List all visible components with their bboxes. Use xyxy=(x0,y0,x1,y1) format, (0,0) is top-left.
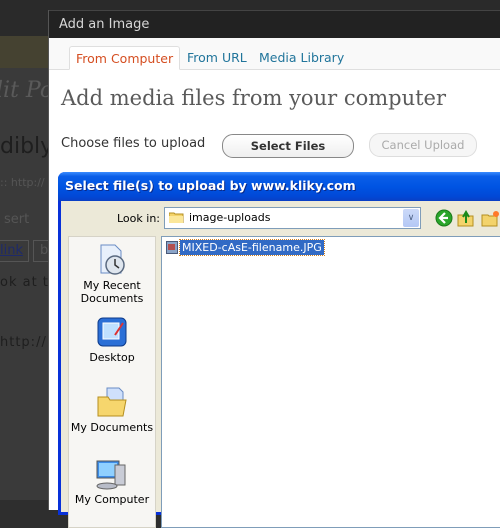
place-my-recent-documents[interactable]: My Recent Documents xyxy=(69,243,155,305)
look-in-value: image-uploads xyxy=(189,211,271,224)
tab-from-url[interactable]: From URL xyxy=(181,46,253,69)
place-my-documents[interactable]: My Documents xyxy=(69,385,155,434)
desktop-icon xyxy=(97,317,127,347)
recent-documents-icon xyxy=(100,244,125,275)
choose-files-label: Choose files to upload xyxy=(61,136,206,151)
media-tabs: From Computer From URL Media Library xyxy=(49,38,500,70)
look-in-label: Look in: xyxy=(117,212,160,225)
file-open-dialog: Select file(s) to upload by www.kliky.co… xyxy=(58,172,500,528)
up-folder-icon[interactable] xyxy=(457,209,475,227)
my-computer-icon xyxy=(96,460,126,490)
file-list[interactable]: MIXED-cAsE-filename.JPG xyxy=(161,236,500,528)
place-desktop[interactable]: Desktop xyxy=(69,315,155,364)
new-folder-icon[interactable] xyxy=(481,209,499,227)
look-in-dropdown[interactable]: image-uploads ∨ xyxy=(164,207,421,229)
file-dialog-title: Select file(s) to upload by www.kliky.co… xyxy=(65,178,356,193)
insert-fragment: sert xyxy=(4,212,30,227)
cancel-upload-button[interactable]: Cancel Upload xyxy=(369,133,477,157)
dialog-title: Add an Image xyxy=(49,10,500,38)
jpg-file-icon xyxy=(166,241,178,254)
place-label: Desktop xyxy=(89,351,135,364)
upload-heading: Add media files from your computer xyxy=(61,86,447,110)
my-documents-icon xyxy=(97,387,127,417)
tab-from-computer[interactable]: From Computer xyxy=(69,46,181,70)
link-quicktag-button: link xyxy=(0,240,29,262)
select-files-button[interactable]: Select Files xyxy=(222,134,354,158)
places-bar: My Recent Documents Desktop My Documents xyxy=(68,236,156,528)
place-my-computer[interactable]: My Computer xyxy=(69,457,155,506)
file-name: MIXED-cAsE-filename.JPG xyxy=(179,239,325,256)
back-icon[interactable] xyxy=(435,209,453,227)
post-heading-fragment: dibly xyxy=(0,134,54,159)
permalink-fragment: :: http:// xyxy=(0,176,45,189)
post-title-fragment: lit Po xyxy=(0,78,54,103)
tab-media-library[interactable]: Media Library xyxy=(253,46,350,69)
place-label: My Recent Documents xyxy=(80,279,144,305)
file-dialog-title-bar[interactable]: Select file(s) to upload by www.kliky.co… xyxy=(58,172,500,201)
editor-url-fragment: http:// xyxy=(0,335,47,350)
place-label: My Documents xyxy=(70,421,154,434)
chevron-down-icon[interactable]: ∨ xyxy=(403,209,419,227)
folder-icon xyxy=(169,212,184,223)
